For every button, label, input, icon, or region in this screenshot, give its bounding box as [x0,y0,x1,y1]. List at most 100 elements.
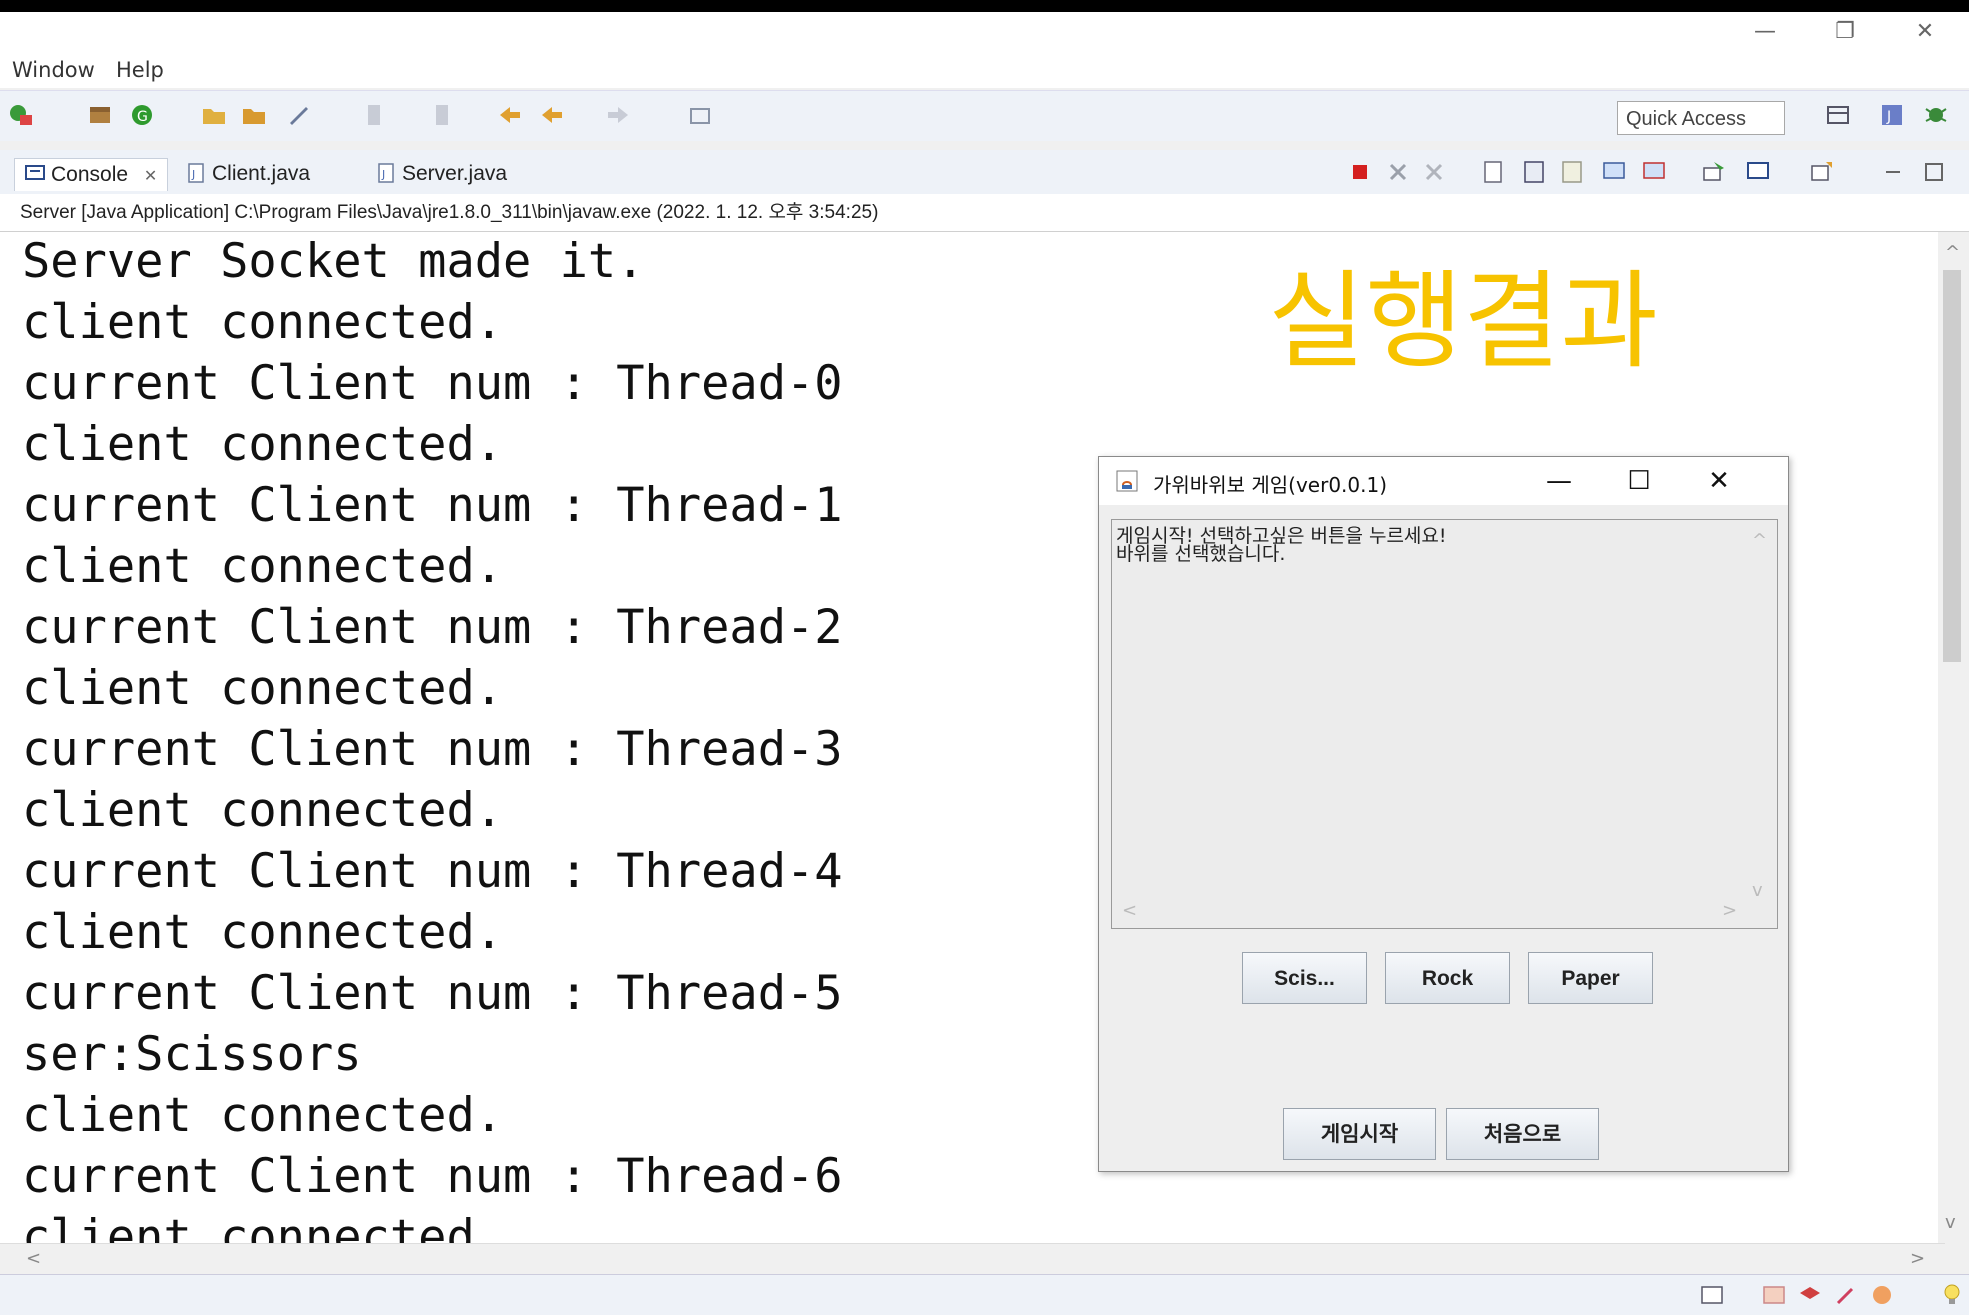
log-scroll-down-icon[interactable]: v [1752,880,1763,901]
scroll-up-icon[interactable]: ^ [1945,242,1960,263]
pin-editor-icon[interactable] [686,101,714,129]
log-scroll-up-icon[interactable]: ^ [1752,530,1767,551]
view-tab-bar: Console ✕ J Client.java J Server.java [0,150,1969,194]
marketplace-icon[interactable] [1868,1281,1896,1309]
scroll-lock-icon[interactable] [1520,158,1548,186]
console-line: current Client num : Thread-2 [22,600,843,655]
java-app-icon [1116,470,1138,492]
console-line: ser:Scissors [22,1027,362,1082]
java-file-icon: J [378,163,394,183]
last-edit-icon[interactable] [496,101,524,129]
tab-client-java-label: Client.java [212,162,311,185]
search-pen-icon[interactable] [284,101,312,129]
show-stderr-icon[interactable] [1640,158,1668,186]
console-line: current Client num : Thread-4 [22,844,843,899]
book-icon[interactable] [1760,1281,1788,1309]
rps-game-dialog: 가위바위보 게임(ver0.0.1) — ☐ ✕ 게임시작! 선택하고싶은 버튼… [1098,456,1789,1172]
prev-annotation-icon[interactable] [430,101,458,129]
paper-button[interactable]: Paper [1528,952,1653,1004]
result-overlay-text: 실행결과 [1268,260,1659,383]
status-bar [0,1274,1969,1315]
display-console-icon[interactable] [1744,158,1772,186]
console-vertical-scrollbar[interactable]: ^ v [1938,232,1966,1243]
menu-help[interactable]: Help [116,58,164,82]
eclipse-window: — ❐ ✕ Window Help G Quick Access J Conso… [0,12,1969,1315]
java-perspective-icon[interactable]: J [1878,101,1906,129]
tab-close-icon[interactable]: ✕ [144,168,157,185]
console-line: current Client num : Thread-3 [22,722,843,777]
quick-access-input[interactable]: Quick Access [1617,101,1785,135]
console-line: client connected. [22,1088,504,1143]
console-icon [25,165,45,180]
dialog-title-bar: 가위바위보 게임(ver0.0.1) — ☐ ✕ [1099,457,1788,505]
dialog-minimize-button[interactable]: — [1531,463,1587,499]
show-stdout-icon[interactable] [1600,158,1628,186]
back-icon[interactable] [538,101,566,129]
scrollbar-thumb[interactable] [1943,270,1961,662]
game-log-textarea[interactable]: 게임시작! 선택하고싶은 버튼을 누르세요! 바위를 선택했습니다. ^ v <… [1111,519,1778,929]
wand-icon[interactable] [1832,1281,1860,1309]
close-button[interactable]: ✕ [1890,14,1960,50]
remove-launch-icon[interactable] [1384,158,1412,186]
menu-bar: Window Help [0,52,1969,88]
console-horizontal-scrollbar[interactable]: < > [0,1243,1945,1274]
open-perspective-icon[interactable] [1824,101,1852,129]
back-to-start-button[interactable]: 처음으로 [1446,1108,1599,1160]
tab-client-java[interactable]: J Client.java [186,158,310,190]
console-line: client connected. [22,905,504,960]
tasks-icon[interactable] [1698,1281,1726,1309]
console-line: current Client num : Thread-5 [22,966,843,1021]
maximize-view-icon[interactable] [1920,158,1948,186]
start-game-button[interactable]: 게임시작 [1283,1108,1436,1160]
tab-server-java-label: Server.java [402,162,508,185]
rock-button[interactable]: Rock [1385,952,1510,1004]
forward-icon[interactable] [604,101,632,129]
log-scroll-left-icon[interactable]: < [1122,900,1137,921]
svg-text:J: J [191,168,195,181]
package-icon[interactable] [86,101,114,129]
console-line: current Client num : Thread-1 [22,478,843,533]
class-icon[interactable]: G [128,101,156,129]
log-scroll-right-icon[interactable]: > [1722,900,1737,921]
title-bar: — ❐ ✕ [0,12,1969,52]
pin-console-icon[interactable] [1700,158,1728,186]
tab-console-label: Console [51,163,129,186]
dialog-close-button[interactable]: ✕ [1691,463,1747,499]
console-line: client connected. [22,783,504,838]
open-folder-icon[interactable] [200,101,228,129]
scroll-left-icon[interactable]: < [26,1248,41,1269]
next-annotation-icon[interactable] [362,101,390,129]
scroll-right-icon[interactable]: > [1910,1248,1925,1269]
open-type-icon[interactable] [240,101,268,129]
scroll-down-icon[interactable]: v [1945,1212,1956,1233]
dialog-title: 가위바위보 게임(ver0.0.1) [1153,473,1388,497]
new-server-icon[interactable] [8,101,36,129]
restore-button[interactable]: ❐ [1810,14,1880,50]
console-line: current Client num : Thread-0 [22,356,843,411]
console-line: current Client num : Thread-6 [22,1149,843,1204]
clear-console-icon[interactable] [1480,158,1508,186]
scissors-button[interactable]: Scis... [1242,952,1367,1004]
main-toolbar: G Quick Access J [0,90,1969,141]
tab-server-java[interactable]: J Server.java [376,158,507,190]
terminate-icon[interactable] [1346,158,1374,186]
tab-console[interactable]: Console ✕ [14,158,169,191]
console-line: client connected. [22,539,504,594]
tutorial-icon[interactable] [1796,1281,1824,1309]
minimize-button[interactable]: — [1730,14,1800,50]
open-console-icon[interactable] [1808,158,1836,186]
word-wrap-icon[interactable] [1558,158,1586,186]
console-line: client connected. [22,417,504,472]
dialog-maximize-button[interactable]: ☐ [1611,463,1667,499]
console-line: client connected. [22,661,504,716]
tip-bulb-icon[interactable] [1938,1281,1966,1309]
log-line: 바위를 선택했습니다. [1116,543,1286,565]
minimize-view-icon[interactable] [1880,158,1908,186]
svg-text:G: G [137,109,148,125]
menu-window[interactable]: Window [12,58,95,82]
console-line: Server Socket made it. [22,234,645,289]
svg-text:J: J [381,168,385,181]
console-launch-description: Server [Java Application] C:\Program Fil… [0,194,1969,232]
remove-all-icon[interactable] [1420,158,1448,186]
debug-perspective-icon[interactable] [1922,101,1950,129]
